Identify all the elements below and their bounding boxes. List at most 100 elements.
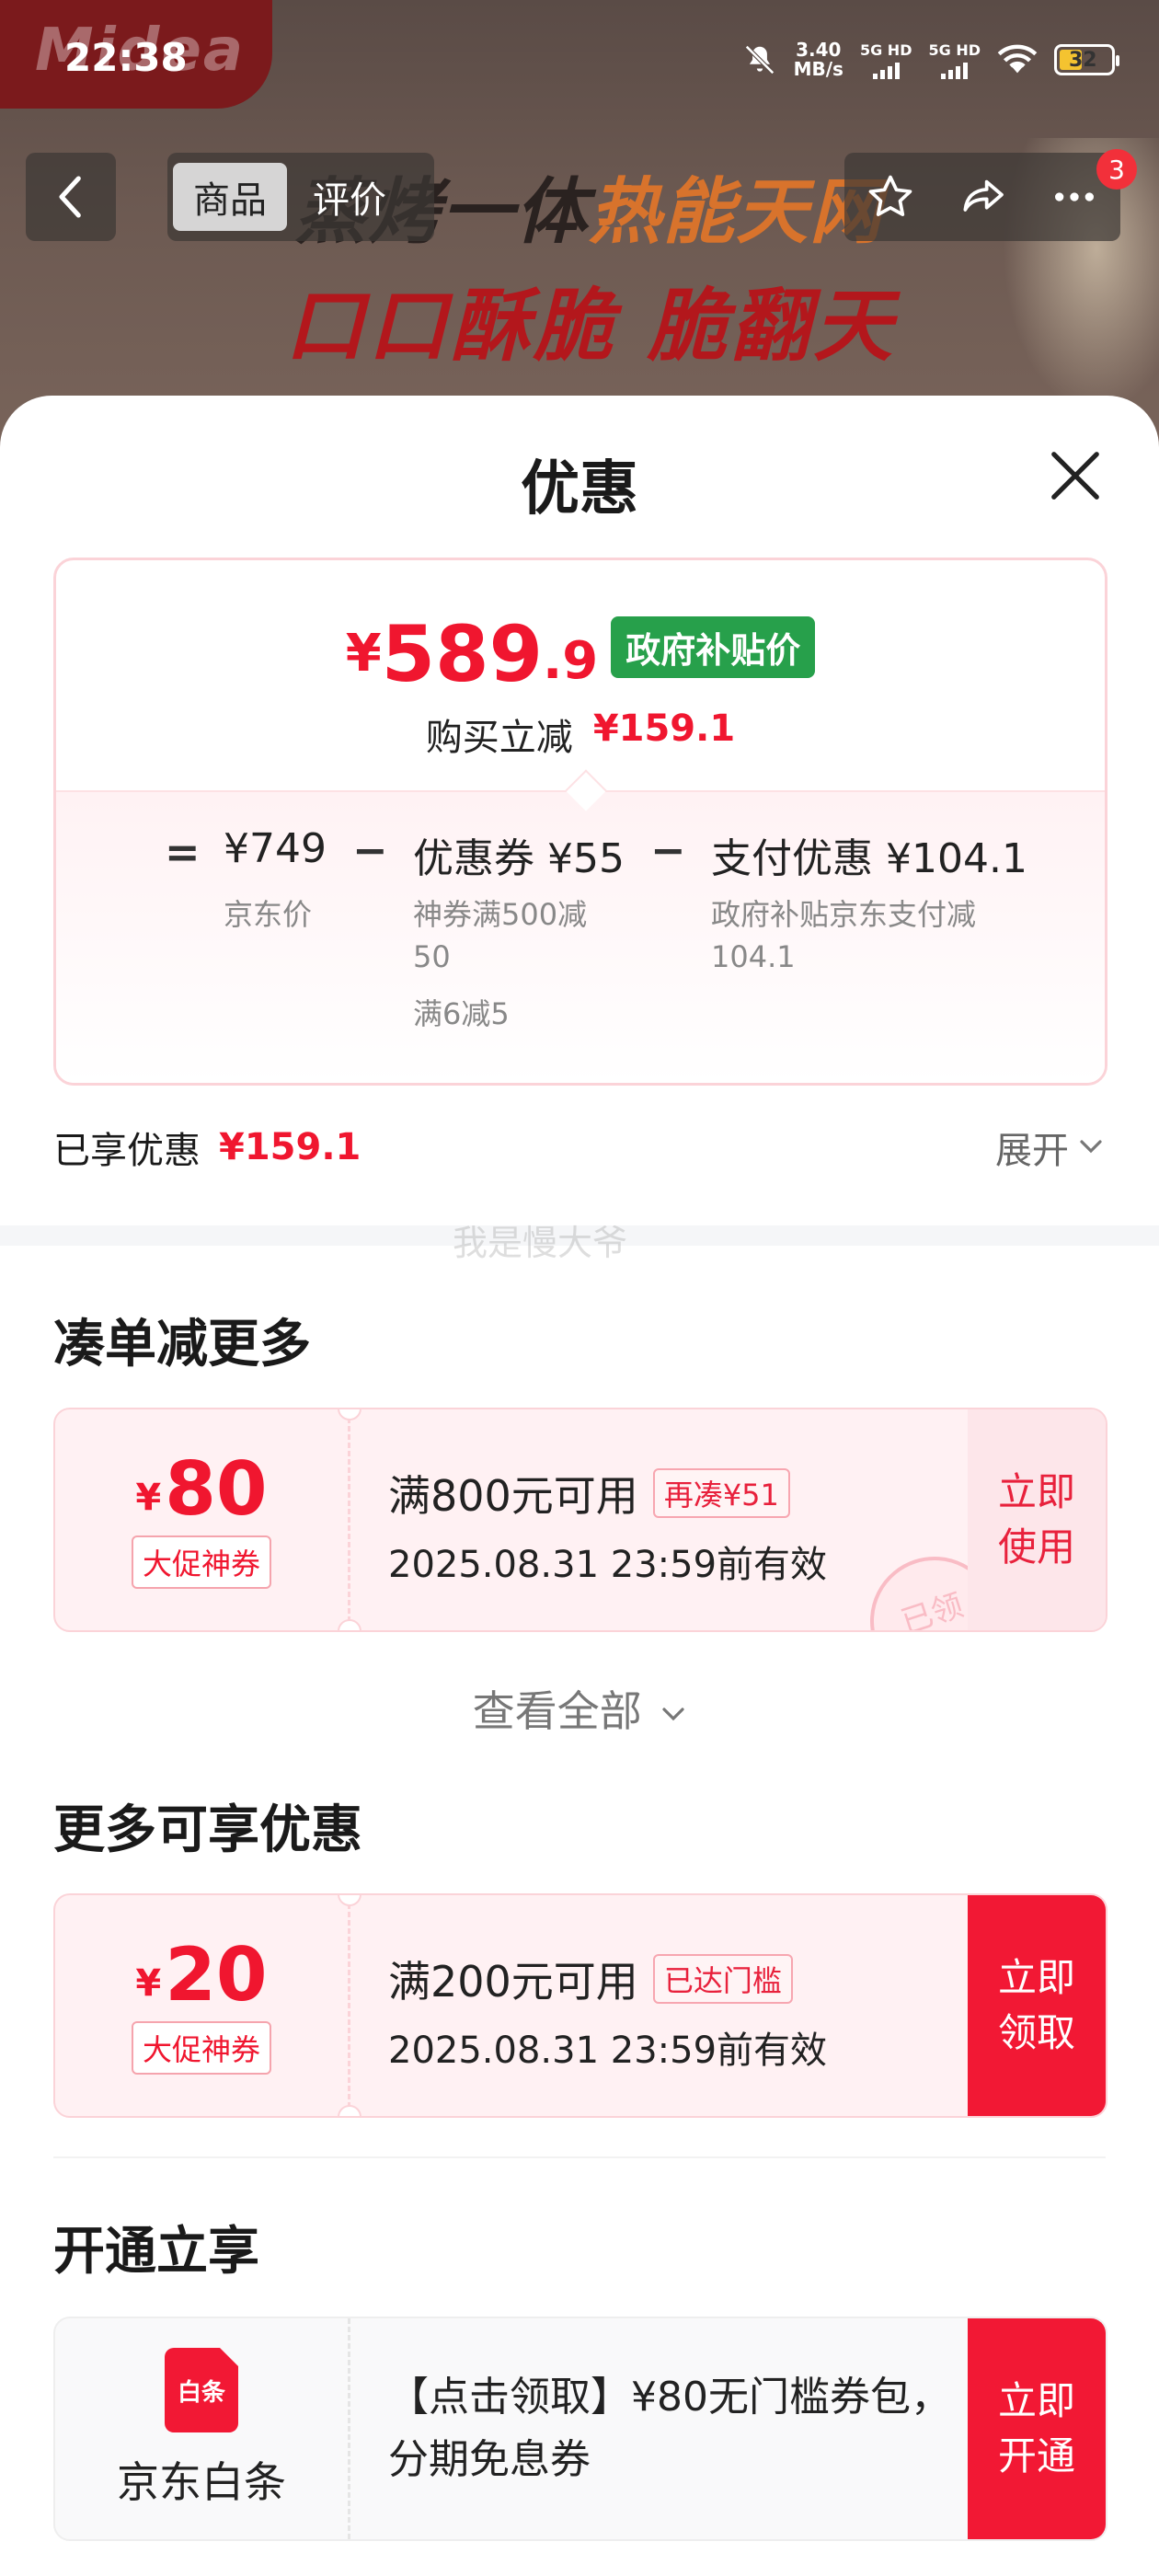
coupon-kind-tag: 大促神券	[131, 1535, 271, 1589]
signal-2: 5G HD	[928, 41, 981, 79]
instant-discount: 购买立减 ¥159.1	[56, 707, 1105, 761]
section-title-activate: 开通立享	[53, 2222, 259, 2282]
coupon-condition-text: 满200元可用	[388, 1957, 638, 2007]
baitiao-desc-line2: 分期免息券	[388, 2436, 591, 2483]
claim-now-label-1: 立即	[997, 1955, 1075, 2000]
tab-product[interactable]: 商品	[173, 163, 287, 231]
final-price-row: ¥ 589 .9 政府补贴价	[56, 615, 1105, 693]
baitiao-logo-icon: 白条	[165, 2348, 238, 2432]
jd-price-label: 京东价	[224, 897, 313, 932]
gov-subsidy-tag: 政府补贴价	[611, 616, 816, 678]
enjoyed-label: 已享优惠	[53, 1130, 201, 1172]
coupon-condition-text: 满800元可用	[388, 1471, 638, 1521]
coupon-discount: 优惠券 ¥55	[413, 835, 625, 882]
price-integer: 589	[381, 609, 544, 699]
coupon-gap-tag: 再凑¥51	[652, 1468, 790, 1518]
coupon-validity: 2025.08.31 23:59前有效	[388, 2030, 828, 2072]
claim-now-button[interactable]: 立即 领取	[968, 1895, 1106, 2116]
baitiao-description: 【点击领取】¥80无门槛券包， 分期免息券	[388, 2366, 958, 2491]
use-now-label-2: 使用	[997, 1524, 1075, 1570]
use-now-label-1: 立即	[997, 1469, 1075, 1514]
pay-detail-line2: 104.1	[711, 939, 796, 974]
signal-2-label: 5G HD	[928, 40, 981, 59]
battery-level: 32	[1069, 48, 1097, 72]
more-icon[interactable]	[1049, 171, 1100, 223]
discount-sheet: 优惠 ¥ 589 .9 政府补贴价 购买立减 ¥159.1 = ¥749 京东价	[0, 396, 1159, 2576]
back-button[interactable]	[26, 153, 116, 241]
activate-label-1: 立即	[997, 2378, 1075, 2423]
pay-discount: 支付优惠 ¥104.1	[711, 835, 1027, 882]
enjoyed-amount: ¥159.1	[219, 1126, 361, 1168]
minus-sign: −	[352, 825, 388, 875]
coupon-amount: ¥ 20	[135, 1937, 267, 2014]
banner-line-2: 口口酥脆 脆翻天	[285, 281, 896, 373]
final-price-section: ¥ 589 .9 政府补贴价 购买立减 ¥159.1	[56, 560, 1105, 790]
net-speed-value: 3.40	[796, 39, 842, 61]
signal-1-label: 5G HD	[859, 40, 912, 59]
sheet-title: 优惠	[521, 455, 638, 523]
coupon-detail-line1: 神券满500减	[413, 897, 588, 932]
activate-label-2: 开通	[997, 2433, 1075, 2478]
price-currency: ¥	[345, 624, 382, 684]
status-bar-icons: 3.40 MB/s 5G HD 5G HD 32	[742, 37, 1119, 83]
coupon-value: ¥ 80 大促神券	[55, 1409, 348, 1630]
jd-price: ¥749	[224, 825, 327, 872]
claim-now-label-2: 领取	[997, 2010, 1075, 2055]
use-now-button[interactable]: 立即 使用	[968, 1409, 1106, 1630]
instant-discount-amount: ¥159.1	[592, 707, 736, 750]
coupon-condition: 满800元可用 再凑¥51	[388, 1463, 790, 1524]
minus-sign: −	[650, 825, 686, 875]
product-tabs: 商品 评价	[167, 153, 434, 241]
coupon-validity: 2025.08.31 23:59前有效	[388, 1544, 828, 1586]
net-speed-unit: MB/s	[793, 58, 843, 80]
equals-sign: =	[165, 827, 201, 877]
coupon-notch	[338, 1619, 361, 1630]
coupon-detail-line3: 满6减5	[413, 996, 510, 1031]
section-divider-line	[53, 2156, 1106, 2158]
coupon-amount-value: 20	[165, 1932, 268, 2018]
battery-icon: 32	[1054, 44, 1119, 75]
nav-actions	[844, 153, 1120, 241]
coupon-value: ¥ 20 大促神券	[55, 1895, 348, 2116]
coupon-detail: 神券满500减 50 满6减5	[413, 893, 587, 1035]
chevron-down-icon	[1080, 1140, 1102, 1154]
coupon-perforation	[348, 1409, 350, 1630]
expand-label: 展开	[995, 1130, 1069, 1172]
chevron-left-icon	[59, 176, 81, 218]
mute-icon	[744, 45, 775, 75]
close-icon[interactable]	[1047, 447, 1104, 504]
pay-discount-detail: 政府补贴京东支付减 104.1	[711, 893, 976, 978]
final-price: ¥ 589 .9	[346, 615, 599, 693]
enjoyed-discount: 已享优惠 ¥159.1	[53, 1121, 361, 1174]
baitiao-name: 京东白条	[117, 2457, 286, 2507]
coupon-card[interactable]: ¥ 80 大促神券 满800元可用 再凑¥51 2025.08.31 23:59…	[53, 1408, 1107, 1632]
activate-now-button[interactable]: 立即 开通	[968, 2318, 1106, 2539]
share-icon[interactable]	[957, 171, 1008, 223]
coupon-currency: ¥	[135, 1962, 162, 2005]
view-all-button[interactable]: 查看全部	[0, 1678, 1159, 1739]
section-title-more-offers: 更多可享优惠	[53, 1800, 362, 1860]
net-speed: 3.40 MB/s	[794, 40, 843, 79]
baitiao-card[interactable]: 白条 京东白条 【点击领取】¥80无门槛券包， 分期免息券 立即开通	[53, 2317, 1107, 2541]
star-icon[interactable]	[865, 171, 916, 223]
tab-reviews[interactable]: 评价	[293, 163, 407, 231]
coupon-card[interactable]: ¥ 20 大促神券 满200元可用 已达门槛 2025.08.31 23:59前…	[53, 1893, 1107, 2118]
coupon-amount: ¥ 80	[135, 1451, 267, 1528]
view-all-label: 查看全部	[472, 1686, 642, 1736]
pay-detail-line1: 政府补贴京东支付减	[711, 897, 977, 932]
price-decimal: .9	[543, 631, 599, 691]
signal-bars-icon	[872, 61, 900, 79]
signal-1: 5G HD	[860, 41, 912, 79]
card-perforation	[348, 2318, 350, 2539]
baitiao-desc-line1: 【点击领取】¥80无门槛券包，	[388, 2374, 951, 2421]
banner-text-b: 热能天网	[589, 171, 884, 254]
chevron-down-icon	[662, 1707, 684, 1720]
coupon-perforation	[348, 1895, 350, 2116]
price-summary-card: ¥ 589 .9 政府补贴价 购买立减 ¥159.1 = ¥749 京东价 − …	[53, 558, 1107, 1086]
coupon-notch	[338, 2105, 361, 2116]
wifi-icon	[997, 44, 1038, 74]
status-time: 22:38	[64, 35, 188, 80]
coupon-amount-value: 80	[165, 1446, 268, 1532]
coupon-currency: ¥	[135, 1477, 162, 1519]
expand-button[interactable]: 展开	[995, 1121, 1104, 1174]
